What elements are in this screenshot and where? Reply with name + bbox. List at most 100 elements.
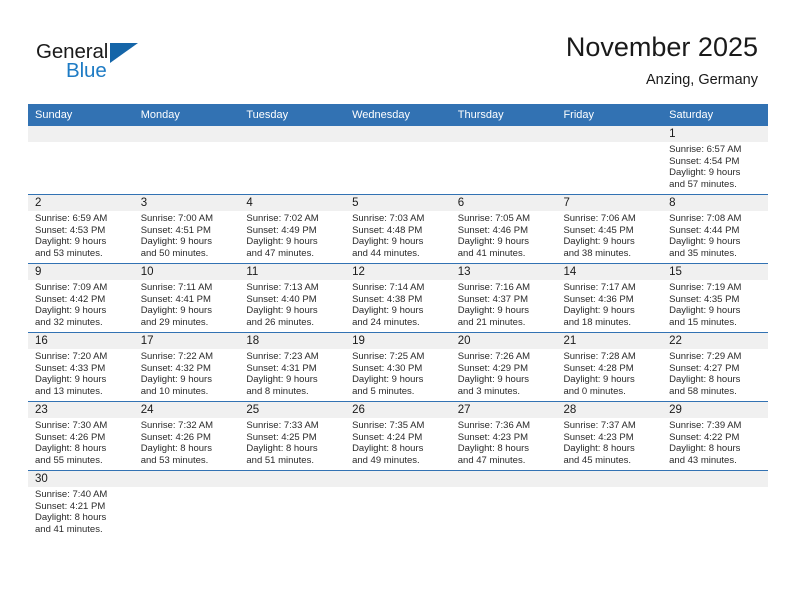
calendar-day-cell[interactable] [450,470,557,539]
daylight-text-line2: and 13 minutes. [35,385,103,397]
calendar-week-row: 16 Sunrise: 7:20 AM Sunset: 4:33 PM Dayligh… [28,332,768,402]
calendar-day-cell[interactable] [239,470,346,539]
calendar-day-cell[interactable]: 1 Sunrise: 6:57 AM Sunset: 4:54 PM Daylight… [662,126,768,195]
sunrise-text: Sunrise: 7:28 AM [563,351,636,362]
daylight-text-line2: and 29 minutes. [140,316,209,328]
sunset-text: Sunset: 4:31 PM [246,362,317,374]
calendar-page: General Blue November 2025 Anzing, Germa… [0,0,792,612]
day-number: 18 [239,333,346,349]
day-number: 28 [556,402,663,418]
calendar-day-cell[interactable] [133,126,240,195]
calendar-day-cell[interactable]: 27 Sunrise: 7:36 AM Sunset: 4:23 PM Dayligh… [450,401,557,471]
calendar-day-cell[interactable]: 9 Sunrise: 7:09 AM Sunset: 4:42 PM Daylight… [28,263,134,333]
calendar-day-cell[interactable]: 10 Sunrise: 7:11 AM Sunset: 4:41 PM Dayligh… [133,263,240,333]
day-cell-inner: 11 Sunrise: 7:13 AM Sunset: 4:40 PM Dayligh… [239,264,346,332]
day-details: Sunrise: 7:02 AM Sunset: 4:49 PM Daylight:… [239,211,345,259]
sunset-text: Sunset: 4:32 PM [140,362,211,374]
daylight-text-line2: and 51 minutes. [246,454,314,466]
calendar-day-cell[interactable]: 6 Sunrise: 7:05 AM Sunset: 4:46 PM Daylight… [450,194,557,264]
calendar-day-cell[interactable]: 11 Sunrise: 7:13 AM Sunset: 4:40 PM Dayligh… [239,263,346,333]
day-cell-inner [662,471,768,539]
calendar-day-cell[interactable]: 23 Sunrise: 7:30 AM Sunset: 4:26 PM Dayligh… [28,401,134,471]
day-number [450,126,557,142]
day-details: Sunrise: 6:57 AM Sunset: 4:54 PM Daylight:… [662,142,768,190]
calendar-day-cell[interactable]: 3 Sunrise: 7:00 AM Sunset: 4:51 PM Daylight… [133,194,240,264]
weekday-header-saturday: Saturday [662,104,768,126]
day-cell-inner [239,126,346,194]
sunrise-text: Sunrise: 7:20 AM [35,351,108,362]
day-number: 3 [133,195,240,211]
daylight-text-line2: and 5 minutes. [352,385,415,397]
daylight-text-line1: Daylight: 9 hours [246,305,318,317]
daylight-text-line1: Daylight: 9 hours [563,374,635,386]
calendar-day-cell[interactable]: 20 Sunrise: 7:26 AM Sunset: 4:29 PM Dayligh… [450,332,557,402]
day-number: 14 [556,264,663,280]
calendar-day-cell[interactable] [556,470,663,539]
calendar-day-cell[interactable]: 22 Sunrise: 7:29 AM Sunset: 4:27 PM Dayligh… [662,332,768,402]
calendar-day-cell[interactable] [345,470,451,539]
calendar-week-row: 9 Sunrise: 7:09 AM Sunset: 4:42 PM Daylight… [28,263,768,333]
day-number [662,471,768,487]
day-cell-inner: 18 Sunrise: 7:23 AM Sunset: 4:31 PM Dayligh… [239,333,346,401]
day-cell-inner: 17 Sunrise: 7:22 AM Sunset: 4:32 PM Dayligh… [133,333,240,401]
day-cell-inner: 9 Sunrise: 7:09 AM Sunset: 4:42 PM Daylight… [28,264,134,332]
calendar-day-cell[interactable]: 30 Sunrise: 7:40 AM Sunset: 4:21 PM Dayligh… [28,470,134,539]
calendar-day-cell[interactable]: 4 Sunrise: 7:02 AM Sunset: 4:49 PM Daylight… [239,194,346,264]
calendar-day-cell[interactable]: 28 Sunrise: 7:37 AM Sunset: 4:23 PM Dayligh… [556,401,663,471]
calendar-day-cell[interactable]: 25 Sunrise: 7:33 AM Sunset: 4:25 PM Dayligh… [239,401,346,471]
sunrise-text: Sunrise: 7:30 AM [35,420,108,431]
sunset-text: Sunset: 4:37 PM [457,293,528,305]
calendar-day-cell[interactable]: 14 Sunrise: 7:17 AM Sunset: 4:36 PM Dayligh… [556,263,663,333]
day-cell-inner: 19 Sunrise: 7:25 AM Sunset: 4:30 PM Dayligh… [345,333,451,401]
day-number [28,126,134,142]
day-cell-inner: 7 Sunrise: 7:06 AM Sunset: 4:45 PM Daylight… [556,195,663,263]
day-number: 10 [133,264,240,280]
day-number: 15 [662,264,768,280]
sunset-text: Sunset: 4:42 PM [35,293,106,305]
day-number: 25 [239,402,346,418]
day-cell-inner: 16 Sunrise: 7:20 AM Sunset: 4:33 PM Dayligh… [28,333,134,401]
calendar-day-cell[interactable]: 5 Sunrise: 7:03 AM Sunset: 4:48 PM Daylight… [345,194,451,264]
calendar-day-cell[interactable]: 7 Sunrise: 7:06 AM Sunset: 4:45 PM Daylight… [556,194,663,264]
calendar-day-cell[interactable]: 2 Sunrise: 6:59 AM Sunset: 4:53 PM Daylight… [28,194,134,264]
calendar-day-cell[interactable]: 15 Sunrise: 7:19 AM Sunset: 4:35 PM Dayligh… [662,263,768,333]
calendar-day-cell[interactable]: 21 Sunrise: 7:28 AM Sunset: 4:28 PM Dayligh… [556,332,663,402]
calendar-day-cell[interactable]: 8 Sunrise: 7:08 AM Sunset: 4:44 PM Daylight… [662,194,768,264]
day-cell-inner [345,471,451,539]
sunrise-text: Sunrise: 7:39 AM [669,420,742,431]
calendar-day-cell[interactable]: 16 Sunrise: 7:20 AM Sunset: 4:33 PM Dayligh… [28,332,134,402]
sunset-text: Sunset: 4:53 PM [35,224,106,236]
calendar-day-cell[interactable]: 13 Sunrise: 7:16 AM Sunset: 4:37 PM Dayligh… [450,263,557,333]
day-cell-inner: 3 Sunrise: 7:00 AM Sunset: 4:51 PM Daylight… [133,195,240,263]
calendar-day-cell[interactable]: 12 Sunrise: 7:14 AM Sunset: 4:38 PM Dayligh… [345,263,451,333]
daylight-text-line1: Daylight: 8 hours [669,443,741,455]
day-number: 9 [28,264,134,280]
calendar-day-cell[interactable] [28,126,134,195]
calendar-day-cell[interactable]: 19 Sunrise: 7:25 AM Sunset: 4:30 PM Dayligh… [345,332,451,402]
calendar-day-cell[interactable]: 17 Sunrise: 7:22 AM Sunset: 4:32 PM Dayligh… [133,332,240,402]
calendar-day-cell[interactable] [662,470,768,539]
sunset-text: Sunset: 4:23 PM [457,431,528,443]
sunrise-text: Sunrise: 7:40 AM [35,489,108,500]
sunset-text: Sunset: 4:45 PM [563,224,634,236]
sunset-text: Sunset: 4:44 PM [669,224,740,236]
calendar-day-cell[interactable] [345,126,451,195]
day-details: Sunrise: 7:17 AM Sunset: 4:36 PM Daylight:… [556,280,662,328]
calendar-day-cell[interactable] [133,470,240,539]
sunrise-text: Sunrise: 7:26 AM [457,351,531,362]
day-number: 11 [239,264,346,280]
calendar-day-cell[interactable] [556,126,663,195]
calendar-day-cell[interactable]: 26 Sunrise: 7:35 AM Sunset: 4:24 PM Dayligh… [345,401,451,471]
calendar-day-cell[interactable]: 29 Sunrise: 7:39 AM Sunset: 4:22 PM Dayligh… [662,401,768,471]
day-cell-inner: 1 Sunrise: 6:57 AM Sunset: 4:54 PM Daylight… [662,126,768,194]
calendar-day-cell[interactable]: 18 Sunrise: 7:23 AM Sunset: 4:31 PM Dayligh… [239,332,346,402]
sunrise-text: Sunrise: 7:16 AM [457,282,531,293]
sunrise-text: Sunrise: 7:35 AM [352,420,425,431]
daylight-text-line2: and 0 minutes. [563,385,626,397]
day-details: Sunrise: 7:11 AM Sunset: 4:41 PM Daylight:… [134,280,240,328]
calendar-day-cell[interactable]: 24 Sunrise: 7:32 AM Sunset: 4:26 PM Dayligh… [133,401,240,471]
calendar-day-cell[interactable] [239,126,346,195]
daylight-text-line1: Daylight: 9 hours [140,236,212,248]
day-cell-inner [28,126,134,194]
calendar-day-cell[interactable] [450,126,557,195]
